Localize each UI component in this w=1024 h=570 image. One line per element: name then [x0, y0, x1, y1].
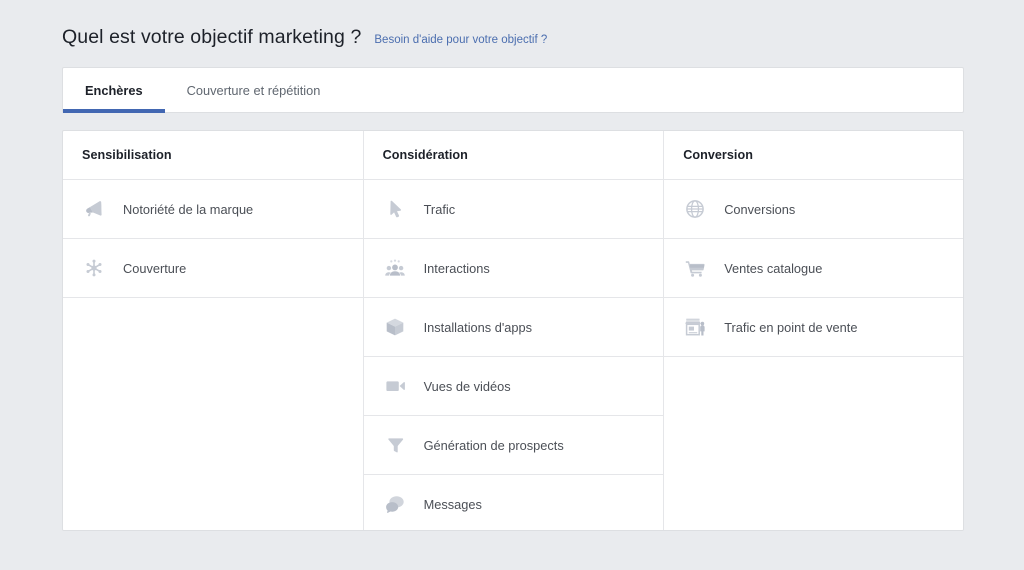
page-title: Quel est votre objectif marketing ? [62, 26, 362, 48]
objective-label: Trafic [423, 201, 456, 217]
page-root: Quel est votre objectif marketing ? Beso… [0, 0, 1024, 570]
objective-installations-d-apps[interactable]: Installations d'apps [363, 298, 664, 357]
objective-column-consideration: Considération Trafic Interactions Instal… [363, 131, 665, 530]
objective-notoriete-de-la-marque[interactable]: Notoriété de la marque [63, 180, 363, 239]
objective-label: Trafic en point de vente [724, 319, 858, 335]
video-camera-icon [383, 374, 407, 398]
objective-ventes-catalogue[interactable]: Ventes catalogue [664, 239, 963, 298]
objective-vues-de-videos[interactable]: Vues de vidéos [363, 357, 664, 416]
objective-help-link[interactable]: Besoin d'aide pour votre objectif ? [374, 34, 547, 46]
chat-bubbles-icon [383, 492, 407, 516]
buying-type-tabbar: Enchères Couverture et répétition [62, 67, 964, 113]
objective-interactions[interactable]: Interactions [363, 239, 664, 298]
objective-column-sensibilisation: Sensibilisation Notoriété de la marque C… [63, 131, 364, 530]
objectives-card: Sensibilisation Notoriété de la marque C… [62, 130, 964, 531]
storefront-icon [683, 315, 707, 339]
people-group-icon [383, 256, 407, 280]
globe-icon [683, 197, 707, 221]
objective-couverture[interactable]: Couverture [63, 239, 363, 298]
column-header: Considération [363, 131, 664, 180]
objective-messages[interactable]: Messages [363, 475, 664, 530]
column-header: Sensibilisation [63, 131, 363, 180]
objective-conversions[interactable]: Conversions [664, 180, 963, 239]
column-header: Conversion [664, 131, 963, 180]
tab-label: Couverture et répétition [186, 82, 321, 98]
objective-label: Conversions [724, 201, 796, 217]
column-empty-space [664, 357, 963, 530]
page-header: Quel est votre objectif marketing ? Beso… [62, 26, 547, 49]
objective-column-conversion: Conversion Conversions Ventes catalogue … [664, 131, 963, 530]
box-3d-icon [383, 315, 407, 339]
objective-trafic-en-point-de-vente[interactable]: Trafic en point de vente [664, 298, 963, 357]
funnel-icon [383, 433, 407, 457]
objective-label: Installations d'apps [423, 319, 533, 335]
cursor-arrow-icon [383, 197, 407, 221]
reach-burst-icon [82, 256, 106, 280]
tab-label: Enchères [85, 82, 143, 98]
tab-couverture-et-repetition[interactable]: Couverture et répétition [165, 68, 343, 112]
objective-trafic[interactable]: Trafic [363, 180, 664, 239]
tab-encheres[interactable]: Enchères [63, 68, 165, 113]
megaphone-icon [82, 197, 106, 221]
objective-label: Vues de vidéos [423, 378, 511, 394]
objective-label: Interactions [423, 260, 490, 276]
shopping-cart-icon [683, 256, 707, 280]
objective-label: Génération de prospects [423, 437, 564, 453]
objective-label: Notoriété de la marque [123, 201, 254, 217]
objective-label: Messages [423, 496, 482, 512]
objective-label: Couverture [123, 260, 187, 276]
objective-generation-de-prospects[interactable]: Génération de prospects [363, 416, 664, 475]
column-empty-space [63, 298, 363, 530]
objective-label: Ventes catalogue [724, 260, 823, 276]
